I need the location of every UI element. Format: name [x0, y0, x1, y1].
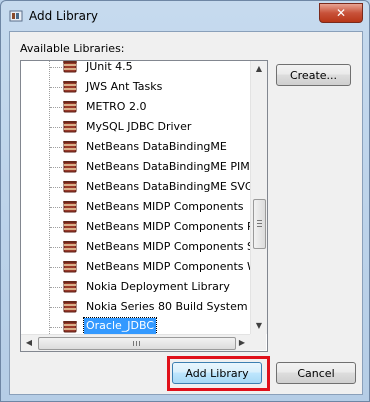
library-item[interactable]: MySQL JDBC Driver — [21, 117, 250, 137]
library-item-label: Nokia Deployment Library — [86, 280, 230, 293]
close-icon: ✕ — [335, 6, 347, 20]
library-item[interactable]: JUnit 4.5 — [21, 61, 250, 77]
library-jar-icon — [63, 161, 77, 173]
library-jar-icon — [63, 101, 77, 113]
title-bar[interactable]: Add Library ✕ — [1, 1, 369, 31]
app-icon — [9, 10, 23, 22]
library-item[interactable]: NetBeans DataBindingME — [21, 137, 250, 157]
library-item-label: MySQL JDBC Driver — [86, 120, 192, 133]
library-jar-icon — [63, 81, 77, 93]
highlight-box — [167, 356, 270, 391]
horizontal-scrollbar[interactable]: ◀ ▶ — [21, 334, 250, 351]
library-jar-icon — [63, 241, 77, 253]
library-item[interactable]: NetBeans MIDP Components SVG — [21, 237, 250, 257]
library-jar-icon — [63, 301, 77, 313]
library-item[interactable]: NetBeans MIDP Components — [21, 197, 250, 217]
add-library-dialog: Add Library ✕ Available Libraries: JUnit… — [0, 0, 370, 402]
library-item-label: NetBeans DataBindingME PIM — [86, 160, 250, 173]
library-item[interactable]: Nokia Series 80 Build System Ant U — [21, 297, 250, 317]
cancel-button[interactable]: Cancel — [276, 362, 356, 384]
library-item[interactable]: METRO 2.0 — [21, 97, 250, 117]
scrollbar-corner — [250, 334, 266, 350]
library-jar-icon — [63, 261, 77, 273]
library-list[interactable]: JUnit 4.5 JWS Ant Tasks METRO 2.0 MySQL JDB… — [20, 60, 268, 352]
library-item-label: NetBeans MIDP Components SVG — [86, 240, 250, 253]
library-jar-icon — [63, 61, 77, 73]
create-button[interactable]: Create... — [276, 64, 351, 86]
library-item-label: Oracle_JDBC — [82, 317, 158, 334]
library-jar-icon — [63, 181, 77, 193]
library-jar-icon — [63, 201, 77, 213]
library-item-label: NetBeans DataBindingME — [86, 140, 227, 153]
library-item-label: JUnit 4.5 — [86, 61, 133, 73]
library-item-label: NetBeans DataBindingME SVG — [86, 180, 250, 193]
library-jar-icon — [63, 321, 77, 333]
horizontal-scroll-thumb[interactable] — [38, 337, 236, 350]
window-title: Add Library — [29, 9, 99, 23]
library-item[interactable]: NetBeans DataBindingME PIM — [21, 157, 250, 177]
library-item[interactable]: Nokia Deployment Library — [21, 277, 250, 297]
library-item[interactable]: JWS Ant Tasks — [21, 77, 250, 97]
vertical-scroll-thumb[interactable] — [253, 199, 266, 249]
library-item[interactable]: NetBeans MIDP Components PDA — [21, 217, 250, 237]
library-jar-icon — [63, 281, 77, 293]
library-jar-icon — [63, 221, 77, 233]
available-libraries-label: Available Libraries: — [20, 42, 125, 55]
close-button[interactable]: ✕ — [319, 3, 363, 23]
library-item[interactable]: Oracle_JDBC — [21, 317, 250, 334]
library-list-items: JUnit 4.5 JWS Ant Tasks METRO 2.0 MySQL JDB… — [21, 61, 250, 334]
library-jar-icon — [63, 141, 77, 153]
library-jar-icon — [63, 121, 77, 133]
library-item[interactable]: NetBeans MIDP Components WMA — [21, 257, 250, 277]
vertical-scrollbar[interactable]: ▲ ▼ — [250, 61, 267, 334]
library-item-label: METRO 2.0 — [86, 100, 147, 113]
scroll-left-icon[interactable]: ◀ — [21, 335, 37, 351]
library-item-label: NetBeans MIDP Components PDA — [86, 220, 250, 233]
library-item-label: NetBeans MIDP Components WMA — [86, 260, 250, 273]
scroll-right-icon[interactable]: ▶ — [234, 335, 250, 351]
scroll-down-icon[interactable]: ▼ — [251, 318, 267, 334]
scroll-up-icon[interactable]: ▲ — [251, 61, 267, 77]
library-item-label: JWS Ant Tasks — [86, 80, 163, 93]
library-item[interactable]: NetBeans DataBindingME SVG — [21, 177, 250, 197]
dialog-content: Available Libraries: JUnit 4.5 JWS Ant Ta… — [9, 31, 363, 395]
library-item-label: Nokia Series 80 Build System Ant U — [86, 300, 250, 313]
library-item-label: NetBeans MIDP Components — [86, 200, 244, 213]
